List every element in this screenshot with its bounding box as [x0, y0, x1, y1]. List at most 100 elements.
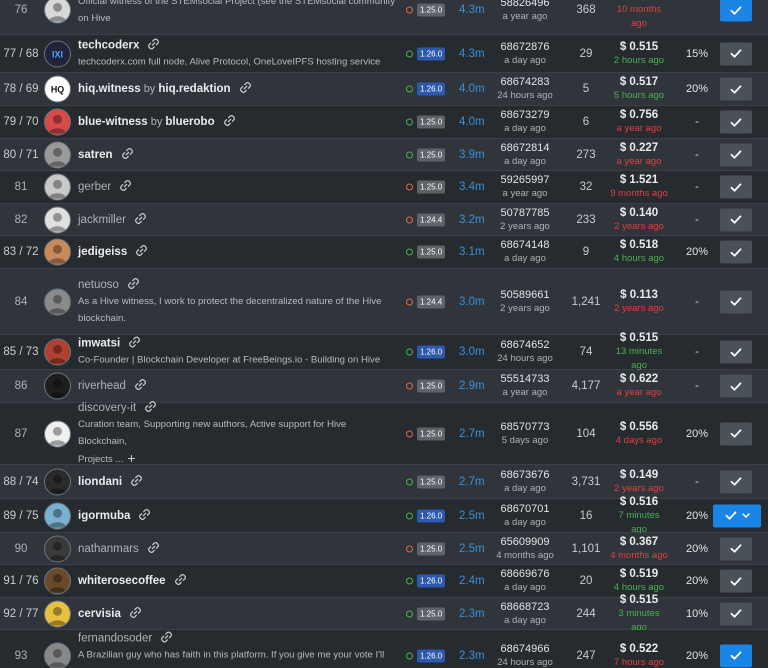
witness-name[interactable]: cervisia — [78, 608, 121, 620]
witness-name[interactable]: jedigeiss — [78, 246, 127, 258]
last-block-number[interactable]: 68670701 — [496, 502, 554, 516]
witness-name[interactable]: gerber — [78, 181, 111, 193]
proxy-name[interactable]: bluerobo — [165, 116, 214, 128]
vote-button[interactable] — [720, 77, 752, 101]
avatar[interactable] — [44, 600, 71, 627]
last-block-number[interactable]: 55514733 — [496, 372, 554, 386]
votes-value[interactable]: 3.0m — [459, 346, 485, 358]
votes-value[interactable]: 4.3m — [459, 48, 485, 60]
last-block-number[interactable]: 50589661 — [496, 288, 554, 302]
last-block-number[interactable]: 68674148 — [496, 238, 554, 252]
witness-name[interactable]: riverhead — [78, 380, 126, 392]
votes-value[interactable]: 2.9m — [459, 380, 485, 392]
avatar[interactable] — [44, 173, 71, 201]
avatar[interactable] — [44, 468, 71, 495]
vote-button[interactable] — [720, 537, 752, 560]
last-block-number[interactable]: 68674652 — [496, 338, 554, 352]
witness-name[interactable]: fernandosoder — [78, 632, 152, 644]
proxy-name[interactable]: hiq.redaktion — [158, 83, 230, 95]
witness-name[interactable]: netuoso — [78, 279, 119, 291]
plus-icon[interactable]: + — [127, 450, 135, 467]
witness-name[interactable]: whiterosecoffee — [78, 575, 166, 587]
link-icon[interactable] — [160, 630, 173, 643]
vote-button[interactable] — [720, 290, 752, 313]
avatar[interactable] — [44, 0, 71, 24]
witness-name[interactable]: techcoderx — [78, 39, 139, 51]
link-icon[interactable] — [147, 37, 160, 50]
vote-button[interactable] — [720, 143, 752, 166]
avatar[interactable] — [44, 567, 71, 595]
votes-value[interactable]: 3.0m — [459, 296, 485, 308]
votes-value[interactable]: 2.5m — [459, 510, 485, 522]
last-block-number[interactable]: 68570773 — [496, 420, 554, 434]
votes-value[interactable]: 3.2m — [459, 214, 485, 226]
vote-button[interactable] — [720, 422, 752, 445]
avatar[interactable] — [44, 642, 71, 668]
link-icon[interactable] — [174, 573, 187, 586]
link-icon[interactable] — [134, 212, 147, 225]
link-icon[interactable] — [147, 541, 160, 554]
link-icon[interactable] — [119, 179, 132, 192]
link-icon[interactable] — [121, 147, 134, 160]
last-block-number[interactable]: 68672814 — [496, 141, 554, 155]
avatar[interactable] — [44, 535, 71, 562]
avatar[interactable] — [44, 420, 71, 447]
votes-value[interactable]: 2.3m — [459, 650, 485, 662]
last-block-number[interactable]: 68674966 — [496, 642, 554, 656]
link-icon[interactable] — [144, 400, 157, 413]
avatar[interactable] — [44, 372, 71, 400]
vote-button[interactable] — [720, 374, 752, 398]
link-icon[interactable] — [138, 508, 151, 521]
link-icon[interactable] — [239, 81, 252, 94]
witness-name[interactable]: hiq.witness — [78, 83, 141, 95]
plus-icon[interactable]: + — [112, 663, 120, 668]
avatar[interactable] — [44, 502, 71, 529]
vote-button[interactable] — [720, 42, 752, 65]
chevron-down-icon[interactable] — [741, 512, 750, 520]
avatar[interactable] — [44, 206, 71, 233]
vote-button[interactable] — [720, 340, 752, 364]
vote-button[interactable] — [720, 470, 752, 493]
witness-name[interactable]: satren — [78, 149, 113, 161]
votes-value[interactable]: 2.3m — [459, 608, 485, 620]
last-block-number[interactable]: 50787785 — [496, 206, 554, 220]
vote-button[interactable] — [720, 175, 752, 199]
link-icon[interactable] — [127, 277, 140, 290]
votes-value[interactable]: 3.9m — [459, 149, 485, 161]
avatar[interactable] — [44, 141, 71, 168]
vote-button[interactable] — [720, 110, 752, 134]
votes-value[interactable]: 2.7m — [459, 476, 485, 488]
last-block-number[interactable]: 65609909 — [496, 535, 554, 549]
link-icon[interactable] — [135, 244, 148, 257]
votes-value[interactable]: 4.0m — [459, 83, 485, 95]
vote-button[interactable] — [720, 569, 752, 593]
avatar[interactable]: HQ — [44, 75, 71, 103]
votes-value[interactable]: 3.1m — [459, 246, 485, 258]
link-icon[interactable] — [129, 606, 142, 619]
last-block-number[interactable]: 68668723 — [496, 600, 554, 614]
avatar[interactable] — [44, 238, 71, 266]
avatar[interactable]: IXI — [44, 40, 71, 67]
last-block-number[interactable]: 68674283 — [496, 75, 554, 89]
last-block-number[interactable]: 58826496 — [496, 0, 554, 10]
last-block-number[interactable]: 68669676 — [496, 567, 554, 581]
link-icon[interactable] — [128, 336, 141, 349]
votes-value[interactable]: 4.3m — [459, 4, 485, 16]
vote-button[interactable] — [720, 644, 752, 667]
link-icon[interactable] — [130, 474, 143, 487]
votes-value[interactable]: 3.4m — [459, 181, 485, 193]
last-block-number[interactable]: 59265997 — [496, 173, 554, 187]
link-icon[interactable] — [223, 114, 236, 127]
witness-name[interactable]: jackmiller — [78, 214, 126, 226]
votes-value[interactable]: 2.4m — [459, 575, 485, 587]
vote-button[interactable] — [720, 208, 752, 231]
votes-value[interactable]: 2.5m — [459, 543, 485, 555]
avatar[interactable] — [44, 288, 71, 315]
vote-button[interactable] — [720, 240, 752, 264]
votes-value[interactable]: 4.0m — [459, 116, 485, 128]
last-block-number[interactable]: 68673676 — [496, 468, 554, 482]
link-icon[interactable] — [134, 378, 147, 391]
witness-name[interactable]: blue-witness — [78, 116, 148, 128]
witness-name[interactable]: liondani — [78, 476, 122, 488]
vote-button[interactable] — [713, 504, 761, 527]
